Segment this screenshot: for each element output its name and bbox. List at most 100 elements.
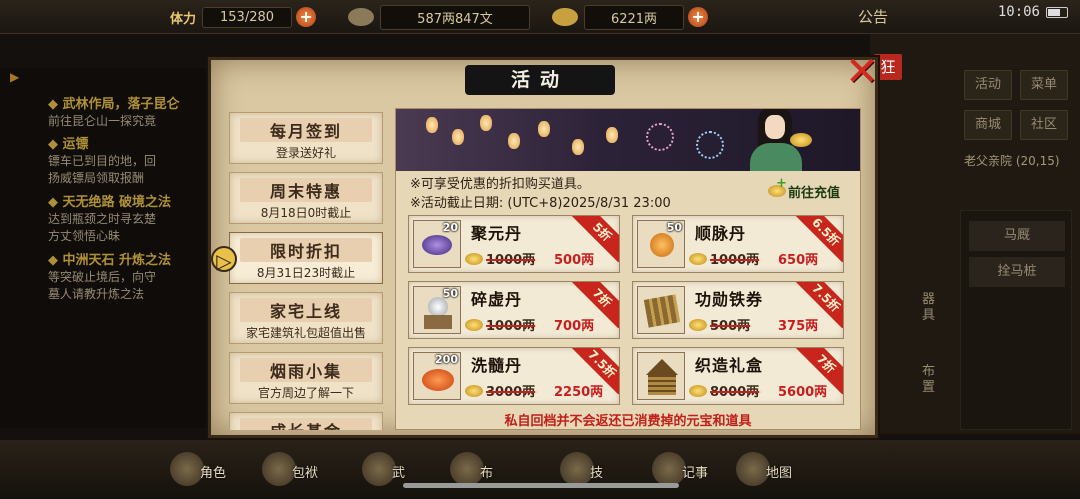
stamina-value: 153/280	[202, 6, 293, 28]
recharge-button[interactable]: 前往充值	[768, 176, 841, 201]
firework-icon	[696, 131, 724, 159]
pill-icon: 50	[637, 220, 685, 268]
announcement-button[interactable]: 公告	[858, 6, 888, 27]
nav-label: 包袱	[292, 466, 319, 481]
gold-display: 6221两 +	[552, 4, 708, 30]
shop-item[interactable]: 20 聚元丹 1000两 500两 5折	[408, 215, 620, 273]
tab-subtitle: 登录送好礼	[275, 146, 336, 160]
gold-plus-icon	[768, 176, 787, 197]
gold-ingot-icon	[689, 318, 707, 331]
gold-value: 6221两	[584, 4, 684, 30]
item-name: 顺脉丹	[695, 224, 747, 243]
tab-title: 周末特惠	[240, 178, 372, 202]
tab-subtitle: 家宅建筑礼包超值出售	[245, 326, 366, 340]
bottom-nav	[0, 440, 1080, 499]
shop-item[interactable]: 50 碎虚丹 1000两 700两 7折	[408, 281, 620, 339]
gold-ingot-icon	[552, 8, 578, 26]
pill-icon: 50	[413, 286, 461, 334]
shop-item[interactable]: 功勋铁券 500两 375两 7.5折	[632, 281, 844, 339]
tab-subtitle: 官方周边了解一下	[257, 386, 354, 400]
yinyang-icon	[450, 452, 484, 486]
dialog-title: 活动	[465, 65, 615, 95]
tab-title: 烟雨小集	[240, 358, 372, 382]
lantern-icon	[606, 127, 618, 143]
nav-label: 地图	[766, 466, 793, 481]
nav-character[interactable]: 角色	[170, 452, 230, 492]
discount-price: 500两	[554, 253, 595, 268]
selected-tab-arrow-icon: ▷	[211, 246, 237, 273]
item-name: 聚元丹	[471, 224, 523, 243]
silver-icon	[348, 8, 374, 26]
event-banner	[396, 109, 860, 171]
map-icon	[736, 452, 770, 486]
pill-icon: 20	[413, 220, 461, 268]
original-price: 1000两	[486, 253, 536, 268]
stamina-label: 体力	[170, 11, 197, 27]
lantern-icon	[538, 121, 550, 137]
lantern-icon	[426, 117, 438, 133]
add-stamina-button[interactable]: +	[296, 7, 317, 27]
nav-label: 记事	[682, 466, 709, 481]
discount-price: 5600两	[778, 385, 828, 400]
silver-value: 587两847文	[380, 4, 530, 30]
stamina-display: 体力 153/280 +	[170, 5, 317, 29]
item-qty: 50	[442, 287, 458, 300]
original-price: 8000两	[710, 385, 760, 400]
gold-ingot-icon	[465, 384, 483, 397]
silver-display: 587两847文	[348, 4, 530, 30]
iron-certificate-icon	[637, 286, 685, 334]
tab-weekend-special[interactable]: 周末特惠 8月18日0时截止	[229, 172, 383, 224]
item-name: 洗髓丹	[471, 356, 523, 375]
discount-price: 375两	[778, 319, 819, 334]
discount-info: ※可享受优惠的折扣购买道具。 ※活动截止日期: (UTC+8)2025/8/31…	[410, 175, 671, 213]
item-name: 织造礼盒	[695, 356, 764, 375]
character-portrait	[736, 109, 816, 171]
original-price: 500两	[710, 319, 751, 334]
gift-box-icon	[637, 352, 685, 400]
nav-label: 技	[590, 466, 604, 481]
shop-item[interactable]: 织造礼盒 8000两 5600两 7折	[632, 347, 844, 405]
lantern-icon	[572, 139, 584, 155]
item-qty: 50	[666, 221, 682, 234]
close-button[interactable]: ✕	[843, 52, 881, 92]
home-indicator[interactable]	[403, 483, 679, 488]
tab-monthly-signin[interactable]: 每月签到 登录送好礼	[229, 112, 383, 164]
nav-map[interactable]: 地图	[736, 452, 796, 492]
activity-dialog: 活动 ✕ 每月签到 登录送好礼 周末特惠 8月18日0时截止 限时折扣 8月31…	[208, 52, 881, 438]
discount-price: 700两	[554, 319, 595, 334]
activity-tab-list[interactable]: 每月签到 登录送好礼 周末特惠 8月18日0时截止 限时折扣 8月31日23时截…	[223, 108, 385, 430]
original-price: 1000两	[486, 319, 536, 334]
gold-ingot-icon	[689, 252, 707, 265]
pill-icon: 200	[413, 352, 461, 400]
tab-title: 家宅上线	[240, 298, 372, 322]
gold-ingot-icon	[689, 384, 707, 397]
top-status-bar: 体力 153/280 + 587两847文 6221两 + 公告 10:06	[0, 0, 1080, 34]
recharge-label: 前往充值	[788, 185, 841, 201]
nav-label: 布	[480, 466, 494, 481]
tab-subtitle: 8月18日0时截止	[260, 206, 352, 220]
shop-item[interactable]: 50 顺脉丹 1000两 650两 6.5折	[632, 215, 844, 273]
tab-yanyu-market[interactable]: 烟雨小集 官方周边了解一下	[229, 352, 383, 404]
discount-price: 650两	[778, 253, 819, 268]
tab-title: 限时折扣	[240, 238, 372, 262]
original-price: 1000两	[710, 253, 760, 268]
lantern-icon	[452, 129, 464, 145]
tab-title: 成长基金	[240, 418, 372, 430]
journal-icon	[652, 452, 686, 486]
item-name: 功勋铁券	[695, 290, 764, 309]
info-line: ※活动截止日期: (UTC+8)2025/8/31 23:00	[410, 196, 671, 211]
character-icon	[170, 452, 204, 486]
tab-limited-discount[interactable]: 限时折扣 8月31日23时截止	[229, 232, 383, 284]
nav-bag[interactable]: 包袱	[262, 452, 322, 492]
tab-subtitle: 8月31日23时截止	[256, 266, 356, 280]
nav-label: 武	[392, 466, 406, 481]
book-icon	[362, 452, 396, 486]
tab-growth-fund[interactable]: 成长基金	[229, 412, 383, 430]
bag-icon	[262, 452, 296, 486]
battery-icon	[1046, 6, 1068, 18]
warning-note: 私自回档并不会返还已消费掉的元宝和道具	[504, 414, 752, 429]
shop-item[interactable]: 200 洗髓丹 3000两 2250两 7.5折	[408, 347, 620, 405]
item-qty: 20	[442, 221, 458, 234]
add-gold-button[interactable]: +	[688, 7, 708, 27]
tab-home-launch[interactable]: 家宅上线 家宅建筑礼包超值出售	[229, 292, 383, 344]
